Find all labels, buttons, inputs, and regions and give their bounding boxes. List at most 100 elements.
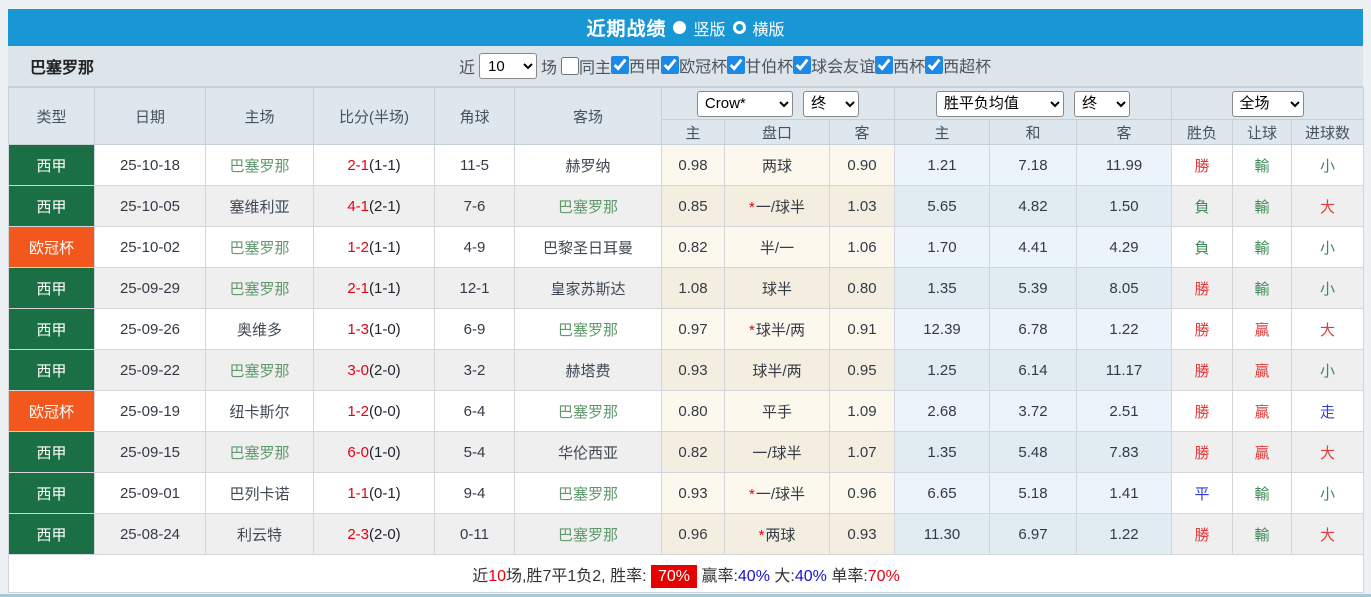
avg-home-odds-cell: 6.65	[895, 473, 990, 514]
subheader-handicap: 盘口	[725, 120, 830, 145]
away-team-cell: 皇家苏斯达	[515, 268, 662, 309]
home-team-cell: 奥维多	[206, 309, 314, 350]
avg-home-odds-cell: 1.25	[895, 350, 990, 391]
summary-segment: 70%	[868, 568, 900, 585]
goals-result-cell: 大	[1292, 186, 1364, 227]
league-checkbox[interactable]	[875, 56, 893, 74]
goals-result-cell: 大	[1292, 309, 1364, 350]
same-home-checkbox[interactable]	[561, 57, 579, 75]
summary-segment: 单率:	[827, 568, 868, 585]
handicap-line-cell: 两球	[725, 145, 830, 186]
odds-company-select[interactable]: Crow*	[697, 91, 793, 117]
avg-draw-odds-cell: 6.78	[990, 309, 1077, 350]
league-checkbox-label: 西超杯	[943, 53, 991, 77]
score-cell: 1-2(1-1)	[314, 227, 435, 268]
handicap-home-odds-cell: 0.80	[662, 391, 725, 432]
corners-cell: 11-5	[435, 145, 515, 186]
league-checkbox[interactable]	[925, 56, 943, 74]
date-cell: 25-09-15	[95, 432, 206, 473]
goals-result-cell: 小	[1292, 268, 1364, 309]
summary-segment: 70%	[651, 565, 697, 588]
league-checkbox-item[interactable]: 欧冠杯	[661, 53, 727, 77]
summary-segment: 40%	[738, 568, 770, 585]
horizontal-layout-radio[interactable]	[733, 21, 746, 34]
handicap-line-cell: 球半	[725, 268, 830, 309]
handicap-away-odds-cell: 0.91	[830, 309, 895, 350]
match-row: 西甲25-10-05塞维利亚4-1(2-1)7-6巴塞罗那0.85*一/球半1.…	[9, 186, 1364, 227]
home-team-cell: 纽卡斯尔	[206, 391, 314, 432]
vertical-layout-label[interactable]: 竖版	[693, 16, 725, 40]
result-cell: 負	[1172, 186, 1233, 227]
goals-result-cell: 大	[1292, 432, 1364, 473]
league-checkbox-item[interactable]: 西超杯	[925, 53, 991, 77]
score-cell: 6-0(1-0)	[314, 432, 435, 473]
handicap-home-odds-cell: 0.85	[662, 186, 725, 227]
league-type-cell: 欧冠杯	[9, 391, 95, 432]
result-cell: 勝	[1172, 309, 1233, 350]
avg-away-odds-cell: 11.17	[1077, 350, 1172, 391]
page: 近期战绩 竖版 横版 巴塞罗那 近 10 场 同主 西甲欧冠杯甘伯杯球会友谊西杯…	[0, 0, 1371, 593]
date-cell: 25-09-29	[95, 268, 206, 309]
changed-line-star: *	[749, 486, 755, 503]
handicap-home-odds-cell: 0.96	[662, 514, 725, 555]
league-checkboxes: 西甲欧冠杯甘伯杯球会友谊西杯西超杯	[611, 53, 991, 79]
goals-result-cell: 小	[1292, 350, 1364, 391]
col-header-type: 类型	[9, 88, 95, 145]
avg-away-odds-cell: 1.50	[1077, 186, 1172, 227]
league-checkbox-item[interactable]: 西杯	[875, 53, 925, 77]
vertical-layout-radio[interactable]	[673, 21, 686, 34]
subheader-odds-away: 客	[830, 120, 895, 145]
score-cell: 1-3(1-0)	[314, 309, 435, 350]
league-checkbox-item[interactable]: 西甲	[611, 53, 661, 77]
fulltime-score: 2-1	[347, 280, 369, 297]
league-checkbox[interactable]	[661, 56, 679, 74]
halftime-score: (2-0)	[369, 362, 401, 379]
avg-metric-select[interactable]: 胜平负均值	[936, 91, 1064, 117]
league-type-cell: 欧冠杯	[9, 227, 95, 268]
subheader-result: 胜负	[1172, 120, 1233, 145]
corners-cell: 4-9	[435, 227, 515, 268]
league-checkbox-label: 西甲	[629, 53, 661, 77]
odds-group-header: Crow* 终	[662, 88, 895, 120]
handicap-home-odds-cell: 0.98	[662, 145, 725, 186]
avg-home-odds-cell: 1.35	[895, 432, 990, 473]
summary-segment: 近	[472, 568, 488, 585]
date-cell: 25-09-26	[95, 309, 206, 350]
avg-time-select[interactable]: 终	[1074, 91, 1130, 117]
league-type-cell: 西甲	[9, 514, 95, 555]
filter-bar: 巴塞罗那 近 10 场 同主 西甲欧冠杯甘伯杯球会友谊西杯西超杯	[8, 46, 1363, 87]
result-cell: 勝	[1172, 145, 1233, 186]
same-home-checkbox-item[interactable]: 同主	[561, 54, 611, 78]
score-cell: 2-1(1-1)	[314, 268, 435, 309]
date-cell: 25-09-19	[95, 391, 206, 432]
league-checkbox-label: 欧冠杯	[679, 53, 727, 77]
handicap-away-odds-cell: 0.96	[830, 473, 895, 514]
score-cell: 1-2(0-0)	[314, 391, 435, 432]
league-checkbox[interactable]	[793, 56, 811, 74]
recent-count-select[interactable]: 10	[479, 53, 537, 79]
league-checkbox-item[interactable]: 球会友谊	[793, 53, 875, 77]
away-team-cell: 巴塞罗那	[515, 309, 662, 350]
scope-select[interactable]: 全场	[1232, 91, 1304, 117]
odds-time-select[interactable]: 终	[803, 91, 859, 117]
horizontal-layout-label[interactable]: 横版	[753, 16, 785, 40]
league-checkbox[interactable]	[727, 56, 745, 74]
handicap-home-odds-cell: 0.97	[662, 309, 725, 350]
score-cell: 2-3(2-0)	[314, 514, 435, 555]
league-type-cell: 西甲	[9, 268, 95, 309]
handicap-line-cell: 一/球半	[725, 432, 830, 473]
handicap-result-cell: 輸	[1233, 186, 1292, 227]
fulltime-score: 1-3	[347, 321, 369, 338]
subheader-avg-home: 主	[895, 120, 990, 145]
score-cell: 2-1(1-1)	[314, 145, 435, 186]
league-checkbox[interactable]	[611, 56, 629, 74]
home-team-cell: 利云特	[206, 514, 314, 555]
handicap-result-cell: 贏	[1233, 350, 1292, 391]
match-row: 西甲25-10-18巴塞罗那2-1(1-1)11-5赫罗纳0.98两球0.901…	[9, 145, 1364, 186]
handicap-result-cell: 贏	[1233, 309, 1292, 350]
league-checkbox-item[interactable]: 甘伯杯	[727, 53, 793, 77]
match-row: 欧冠杯25-10-02巴塞罗那1-2(1-1)4-9巴黎圣日耳曼0.82半/一1…	[9, 227, 1364, 268]
col-header-home: 主场	[206, 88, 314, 145]
handicap-away-odds-cell: 1.09	[830, 391, 895, 432]
handicap-home-odds-cell: 0.93	[662, 473, 725, 514]
